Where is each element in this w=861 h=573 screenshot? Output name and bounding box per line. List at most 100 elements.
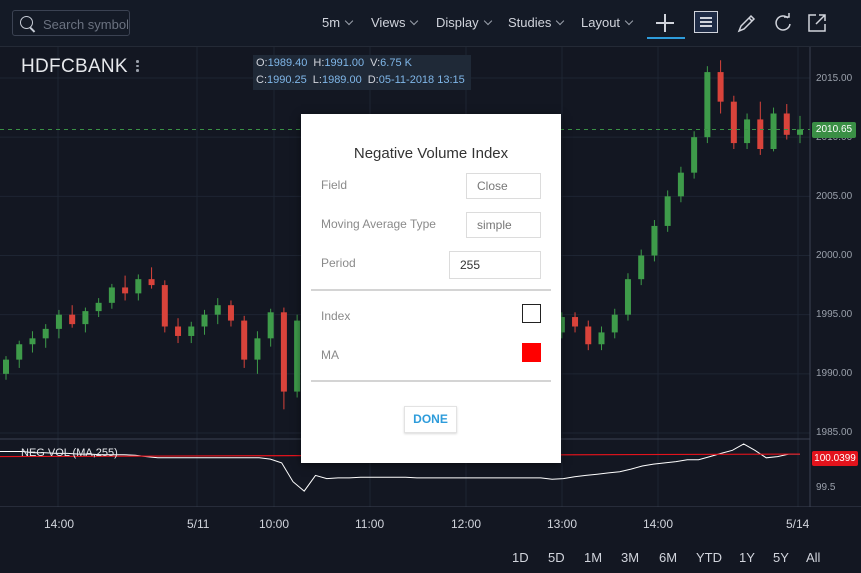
- candle-body: [227, 305, 234, 321]
- range-6m-button[interactable]: 6M: [659, 550, 677, 565]
- study-label[interactable]: NEG VOL (MA,255): [21, 447, 118, 459]
- candle-body: [95, 302, 102, 312]
- search-box[interactable]: [12, 10, 130, 36]
- open-key: O:: [256, 57, 268, 69]
- candle-body: [135, 279, 142, 294]
- date-value: 05-11-2018 13:15: [378, 74, 465, 86]
- interval-label: 5m: [322, 15, 341, 30]
- ma-color-swatch[interactable]: [522, 343, 541, 362]
- chevron-down-icon: [624, 16, 634, 26]
- price-tick: 1990.00: [816, 368, 853, 379]
- high-key: H:: [313, 57, 325, 69]
- time-tick: 11:00: [355, 517, 385, 531]
- symbol-menu-icon[interactable]: [136, 60, 139, 74]
- candle-body: [757, 119, 764, 149]
- low-key: L:: [312, 74, 322, 86]
- candle-body: [267, 312, 274, 339]
- time-tick: 5/11: [187, 517, 210, 531]
- interval-menu[interactable]: 5m: [322, 15, 354, 30]
- candle-body: [691, 137, 698, 173]
- period-label: Period: [321, 256, 356, 270]
- candle-body: [651, 225, 658, 256]
- symbol-title: HDFCBANK: [21, 56, 128, 77]
- candle-body: [624, 279, 631, 315]
- share-icon[interactable]: [806, 12, 828, 34]
- ma-color-label: MA: [321, 348, 339, 362]
- range-ytd-button[interactable]: YTD: [696, 550, 722, 565]
- time-tick: 10:00: [259, 517, 290, 531]
- range-1d-button[interactable]: 1D: [512, 550, 529, 565]
- search-icon: [20, 16, 33, 29]
- range-1m-button[interactable]: 1M: [584, 550, 602, 565]
- low-value: 1989.00: [321, 74, 362, 86]
- candle-body: [55, 314, 62, 329]
- candle-body: [783, 113, 790, 135]
- candle-body: [797, 129, 803, 135]
- crosshair-icon[interactable]: [654, 12, 676, 34]
- price-tick: 1985.00: [816, 427, 853, 438]
- ma-type-label: Moving Average Type: [321, 217, 436, 231]
- price-tick: 2005.00: [816, 191, 853, 202]
- range-1y-button[interactable]: 1Y: [739, 550, 755, 565]
- price-tick: 2000.00: [816, 250, 853, 261]
- done-button[interactable]: DONE: [404, 406, 457, 433]
- candle-body: [148, 279, 155, 286]
- dialog-divider: [311, 289, 551, 291]
- display-menu[interactable]: Display: [436, 15, 492, 30]
- price-tick: 1995.00: [816, 309, 853, 320]
- candle-body: [201, 314, 208, 327]
- range-all-button[interactable]: All: [806, 550, 820, 565]
- candle-body: [161, 285, 168, 327]
- range-5d-button[interactable]: 5D: [548, 550, 565, 565]
- studies-menu[interactable]: Studies: [508, 15, 565, 30]
- comment-icon[interactable]: [694, 11, 718, 33]
- time-tick: 12:00: [451, 517, 482, 531]
- candle-body: [717, 72, 724, 102]
- display-label: Display: [436, 15, 479, 30]
- ohlc-readout: O:1989.40 H:1991.00 V:6.75 K C:1990.25 L:19…: [253, 55, 471, 90]
- time-tick: 14:00: [44, 517, 75, 531]
- index-color-label: Index: [321, 309, 351, 323]
- candle-body: [704, 72, 711, 138]
- candle-body: [3, 359, 9, 374]
- candle-body: [82, 311, 89, 325]
- candle-body: [572, 317, 579, 327]
- chevron-down-icon: [344, 16, 354, 26]
- study-settings-dialog: Negative Volume Index Field Close Moving…: [301, 114, 561, 463]
- candle-body: [664, 196, 671, 226]
- volume-value: 6.75 K: [380, 57, 412, 69]
- candle-body: [42, 328, 49, 339]
- period-input[interactable]: 255: [449, 251, 541, 279]
- candle-body: [585, 326, 592, 345]
- candle-body: [730, 101, 737, 144]
- candle-body: [16, 344, 23, 360]
- close-value: 1990.25: [267, 74, 307, 86]
- candle-body: [611, 314, 618, 333]
- layout-menu[interactable]: Layout: [581, 15, 634, 30]
- candle-body: [188, 326, 195, 336]
- dialog-divider: [311, 380, 551, 382]
- views-menu[interactable]: Views: [371, 15, 419, 30]
- date-key: D:: [367, 74, 379, 86]
- open-value: 1989.40: [267, 57, 308, 69]
- range-5y-button[interactable]: 5Y: [773, 550, 789, 565]
- candle-body: [175, 326, 182, 336]
- volume-key: V:: [370, 57, 381, 69]
- field-label: Field: [321, 178, 348, 192]
- crosshair-active-indicator: [647, 37, 685, 39]
- range-3m-button[interactable]: 3M: [621, 550, 639, 565]
- search-input[interactable]: [41, 14, 130, 34]
- redo-icon[interactable]: [772, 12, 794, 34]
- candle-body: [280, 312, 287, 392]
- dialog-title: Negative Volume Index: [353, 145, 509, 162]
- layout-label: Layout: [581, 15, 621, 30]
- ma-type-select[interactable]: simple: [466, 212, 541, 238]
- field-select[interactable]: Close: [466, 173, 541, 199]
- chevron-down-icon: [556, 16, 565, 26]
- pencil-icon[interactable]: [736, 12, 758, 34]
- candle-body: [294, 320, 301, 392]
- candle-body: [638, 255, 645, 280]
- candle-body: [122, 287, 129, 294]
- studies-label: Studies: [508, 15, 552, 30]
- index-color-swatch[interactable]: [522, 304, 541, 323]
